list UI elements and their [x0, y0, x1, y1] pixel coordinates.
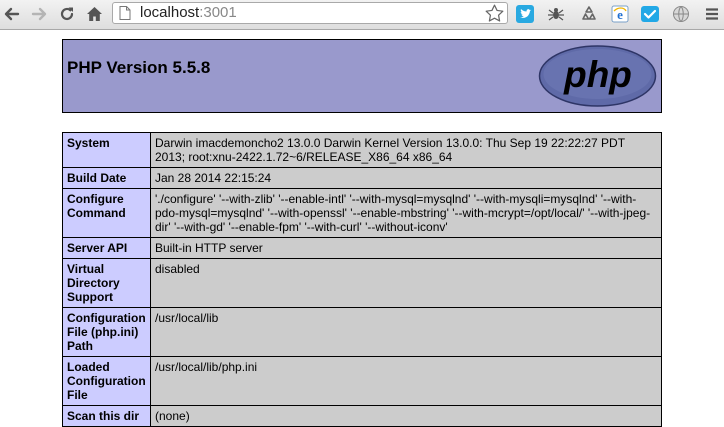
hamburger-menu-icon — [706, 8, 718, 20]
home-button[interactable] — [84, 4, 104, 24]
info-row: Loaded Configuration File/usr/local/lib/… — [62, 356, 662, 406]
info-key: Server API — [62, 237, 151, 259]
info-key: Configuration File (php.ini) Path — [62, 307, 151, 357]
info-row: Build Date Jan 28 2014 22:15:24 — [62, 167, 662, 189]
info-value: /usr/local/lib — [150, 307, 662, 357]
info-value: Built-in HTTP server — [150, 237, 662, 259]
info-key: Configure Command — [62, 188, 151, 238]
info-key: System — [62, 132, 151, 168]
back-button[interactable] — [2, 4, 22, 24]
checkmark-icon — [641, 6, 659, 22]
globe-extension-button[interactable] — [672, 5, 690, 23]
php-version-header: PHP Version 5.5.8 php — [62, 39, 662, 113]
info-key: Scan this dir — [62, 405, 151, 427]
recycle-icon — [582, 6, 596, 20]
info-key: Loaded Configuration File — [62, 356, 151, 406]
bookmark-star-button[interactable] — [485, 4, 504, 27]
globe-icon — [673, 6, 689, 22]
info-row: Virtual Directory Support disabled — [62, 258, 662, 308]
info-row: Scan this dir (none) — [62, 405, 662, 427]
twitter-icon — [516, 5, 534, 23]
info-key: Virtual Directory Support — [62, 258, 151, 308]
info-row: System Darwin imacdemoncho2 13.0.0 Darwin… — [62, 132, 662, 168]
address-bar[interactable]: localhost:3001 — [112, 2, 508, 24]
forward-button[interactable] — [29, 4, 49, 24]
reload-icon — [60, 7, 74, 21]
svg-text:e: e — [617, 7, 623, 22]
info-value: (none) — [150, 405, 662, 427]
info-row: Configuration File (php.ini) Path/usr/lo… — [62, 307, 662, 357]
info-value: disabled — [150, 258, 662, 308]
browser-toolbar: localhost:3001 e — [0, 0, 724, 30]
url-port: :3001 — [199, 4, 237, 21]
home-icon — [86, 7, 102, 21]
reload-button[interactable] — [57, 4, 77, 24]
page-title: PHP Version 5.5.8 — [67, 58, 211, 77]
info-row: Server API Built-in HTTP server — [62, 237, 662, 259]
info-value: Jan 28 2014 22:15:24 — [150, 167, 662, 189]
spider-icon — [548, 8, 564, 21]
php-logo: php — [538, 45, 657, 107]
php-info-table: System Darwin imacdemoncho2 13.0.0 Darwin… — [62, 132, 662, 427]
url-host: localhost — [140, 4, 200, 21]
back-arrow-icon — [4, 7, 20, 21]
spider-extension-button[interactable] — [547, 5, 565, 23]
star-icon — [485, 4, 504, 22]
info-value: Darwin imacdemoncho2 13.0.0 Darwin Kerne… — [150, 132, 662, 168]
checkmark-extension-button[interactable] — [641, 5, 659, 23]
forward-arrow-icon — [31, 7, 47, 21]
info-row: Configure Command './configure' '--with-z… — [62, 188, 662, 238]
url-text: localhost:3001 — [140, 5, 237, 21]
info-key: Build Date — [62, 167, 151, 189]
ie-tab-icon: e — [611, 5, 629, 23]
chrome-menu-button[interactable] — [703, 5, 721, 23]
recycle-extension-button[interactable] — [580, 5, 598, 23]
ie-tab-extension-button[interactable]: e — [611, 5, 629, 23]
php-logo-text: php — [563, 54, 632, 95]
info-value: './configure' '--with-zlib' '--enable-in… — [150, 188, 662, 238]
info-value: /usr/local/lib/php.ini — [150, 356, 662, 406]
twitter-extension-button[interactable] — [516, 5, 534, 23]
page-icon — [119, 6, 131, 25]
